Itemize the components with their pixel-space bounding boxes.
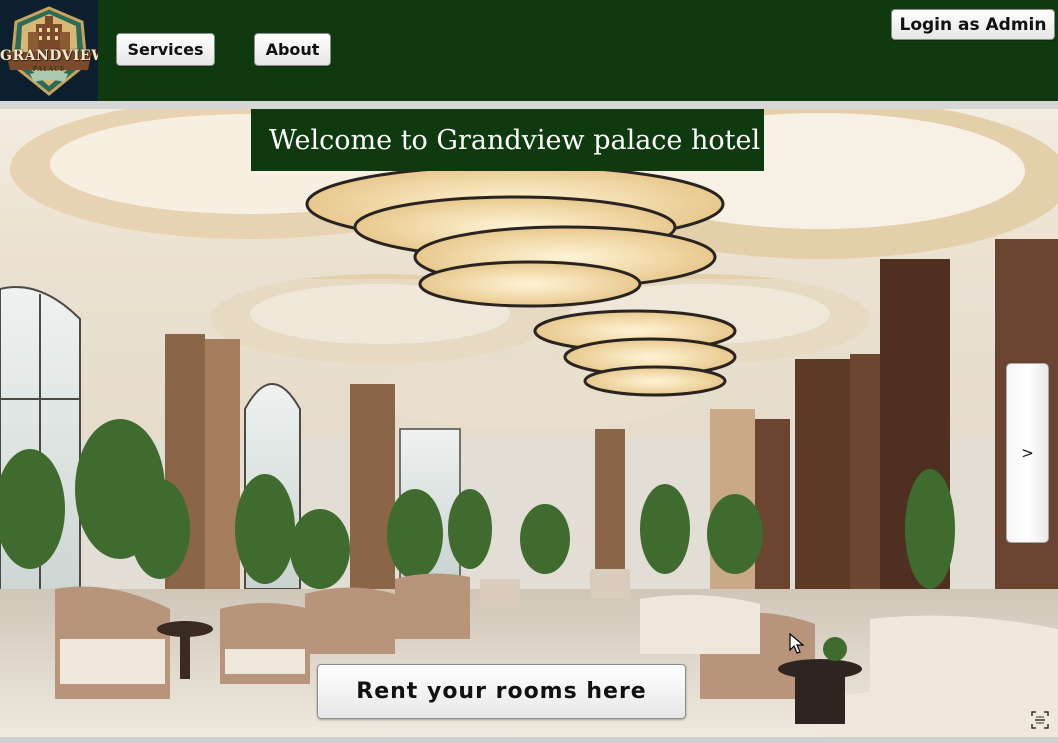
services-button[interactable]: Services bbox=[116, 33, 215, 66]
logo-title: GRANDVIEW bbox=[0, 48, 98, 64]
top-nav-bar: GRANDVIEW PALACE Services About Login as… bbox=[0, 0, 1058, 101]
header-divider bbox=[0, 101, 1058, 109]
logo-subtitle: PALACE bbox=[32, 66, 66, 73]
scan-icon[interactable] bbox=[1031, 711, 1049, 729]
hotel-logo-icon[interactable]: GRANDVIEW PALACE bbox=[0, 0, 98, 101]
rent-rooms-button[interactable]: Rent your rooms here bbox=[317, 664, 686, 719]
login-as-admin-button[interactable]: Login as Admin bbox=[891, 9, 1055, 40]
about-button[interactable]: About bbox=[254, 33, 331, 66]
lobby-illustration bbox=[0, 109, 1058, 737]
next-arrow-icon: > bbox=[1021, 444, 1034, 462]
next-slide-button[interactable]: > bbox=[1006, 363, 1049, 543]
welcome-banner: Welcome to Grandview palace hotel bbox=[251, 109, 764, 171]
bottom-strip bbox=[0, 737, 1058, 743]
hotel-lobby-image bbox=[0, 109, 1058, 737]
mouse-cursor-icon bbox=[789, 633, 805, 654]
